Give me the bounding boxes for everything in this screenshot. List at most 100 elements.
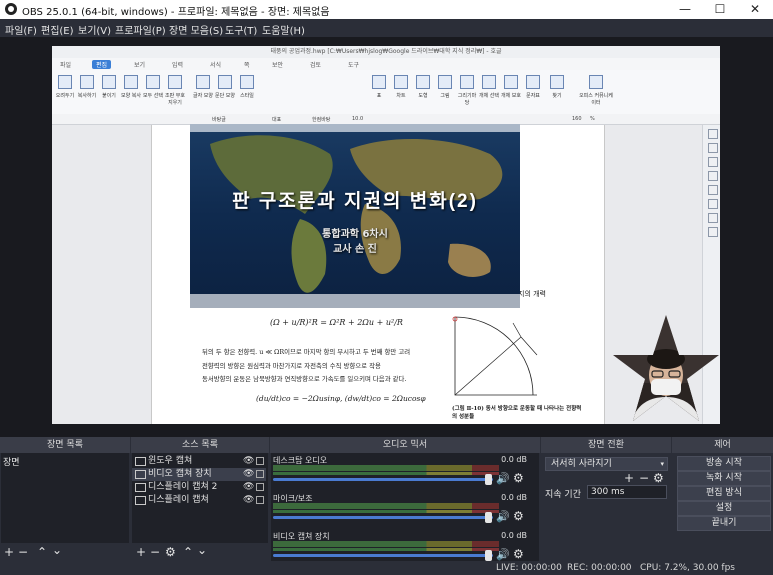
- move-down-icon[interactable]: ⌄: [197, 543, 207, 557]
- monitor-icon: [135, 483, 146, 492]
- hwp-tab-file: 파일: [60, 62, 72, 69]
- window-capture-slide[interactable]: 판 구조론과 지권의 변화(2) 통합과학 6차시 교사 손 진: [190, 124, 520, 308]
- volume-slider-knob[interactable]: [485, 512, 492, 523]
- gear-icon[interactable]: ⚙: [513, 509, 524, 523]
- move-down-icon[interactable]: ⌄: [52, 543, 62, 557]
- transitions-header: 장면 전환: [541, 437, 671, 453]
- paste-icon: [102, 75, 116, 89]
- source-item-selected[interactable]: 비디오 캡쳐 장치 👁: [132, 468, 266, 481]
- exit-button[interactable]: 끝내기: [677, 516, 771, 531]
- menu-file[interactable]: 파일(F): [5, 22, 37, 37]
- speaker-icon[interactable]: 🔊: [496, 472, 510, 485]
- lock-icon[interactable]: [256, 457, 264, 465]
- symbol-icon: [526, 75, 540, 89]
- volume-meter: [273, 541, 499, 547]
- sources-list[interactable]: 윈도우 캡쳐 👁 비디오 캡쳐 장치 👁 디스플레이 캡쳐 2 👁 디스플레이 …: [132, 453, 268, 543]
- source-item[interactable]: 디스플레이 캡쳐 2 👁: [132, 481, 266, 494]
- ribbon-para-shape: 문단 모양: [214, 73, 236, 111]
- speaker-icon[interactable]: 🔊: [496, 548, 510, 561]
- chevron-down-icon: ▾: [660, 460, 664, 468]
- volume-slider-knob[interactable]: [485, 550, 492, 561]
- ribbon-paste: 붙이기: [98, 73, 120, 111]
- hwp-tab-page: 쪽: [244, 62, 250, 69]
- minimize-button[interactable]: —: [668, 0, 702, 19]
- scenes-list[interactable]: 장면: [1, 453, 129, 543]
- volume-slider[interactable]: [273, 554, 493, 557]
- start-recording-button[interactable]: 녹화 시작: [677, 471, 771, 486]
- scene-item[interactable]: 장면: [3, 455, 20, 468]
- start-streaming-button[interactable]: 방송 시작: [677, 456, 771, 471]
- lock-icon[interactable]: [256, 483, 264, 491]
- close-button[interactable]: ✕: [738, 0, 772, 19]
- copy-icon: [80, 75, 94, 89]
- scissors-icon: [58, 75, 72, 89]
- remove-source-button[interactable]: −: [150, 545, 160, 559]
- studio-mode-button[interactable]: 편집 방식: [677, 486, 771, 501]
- mixer-channel-video-capture: 비디오 캡쳐 장치 0.0 dB 🔊 ⚙: [273, 531, 527, 561]
- doc-line-2: 전향력의 방향은 원심력과 마찬가지로 자전축의 수직 방향으로 작용: [202, 362, 381, 370]
- find-icon: [550, 75, 564, 89]
- window-title: OBS 25.0.1 (64-bit, windows) - 프로파일: 제목없…: [22, 7, 330, 18]
- add-transition-button[interactable]: +: [624, 471, 634, 485]
- hwp-tab-view: 보기: [134, 62, 146, 69]
- cpu-fps-readout: CPU: 7.2%, 30.00 fps: [640, 563, 735, 573]
- visibility-eye-icon[interactable]: 👁: [243, 455, 254, 468]
- lock-icon: [504, 75, 518, 89]
- ribbon-format-copy: 모양 복사: [120, 73, 142, 111]
- hwp-window-title: 태풍의 공업과정.hwp [C:₩Users₩hjslog₩Google 드라이…: [52, 46, 720, 58]
- ribbon-shape: 도형: [412, 73, 434, 111]
- duration-input[interactable]: 300 ms: [587, 485, 667, 499]
- transition-gear-icon[interactable]: ⚙: [653, 471, 664, 485]
- menu-profile[interactable]: 프로파일(P): [115, 22, 166, 37]
- chart-icon: [394, 75, 408, 89]
- slide-teacher: 교사 손 진: [333, 244, 377, 255]
- menu-scene-collection[interactable]: 장면 모음(S): [169, 22, 223, 37]
- ribbon-drawing: 그리기마당: [456, 73, 478, 111]
- ribbon-object-protect: 개체 보호: [500, 73, 522, 111]
- visibility-eye-icon[interactable]: 👁: [243, 481, 254, 494]
- ribbon-style: 스타일: [236, 73, 258, 111]
- settings-button[interactable]: 설정: [677, 501, 771, 516]
- add-scene-button[interactable]: +: [4, 545, 14, 559]
- doc-line-1: 뒤의 두 항은 전향력. u ≪ ΩR이므로 마지막 항의 무시하고 두 번째 …: [202, 348, 411, 356]
- visibility-eye-icon[interactable]: 👁: [243, 494, 254, 507]
- volume-slider[interactable]: [273, 516, 493, 519]
- volume-slider-knob[interactable]: [485, 474, 492, 485]
- ribbon-find: 찾기: [546, 73, 568, 111]
- source-properties-gear-icon[interactable]: ⚙: [165, 545, 176, 559]
- menu-edit[interactable]: 편집(E): [41, 22, 74, 37]
- brush-icon: [124, 75, 138, 89]
- move-up-icon[interactable]: ⌃: [183, 545, 193, 559]
- gear-icon[interactable]: ⚙: [513, 547, 524, 561]
- transition-select[interactable]: 서서히 사라지기 ▾: [545, 457, 668, 471]
- hwp-ribbon: 오려두기 복사하기 붙이기 모양 복사 모두 선택 조판 부호 지우기 글자 모…: [52, 70, 720, 115]
- hwp-tab-tools: 도구: [348, 62, 360, 69]
- speaker-icon[interactable]: 🔊: [496, 510, 510, 523]
- mixer-header: 오디오 믹서: [270, 437, 540, 453]
- remove-scene-button[interactable]: −: [18, 545, 28, 559]
- obs-logo-icon: [5, 3, 17, 15]
- ribbon-picture: 그림: [434, 73, 456, 111]
- volume-slider[interactable]: [273, 478, 493, 481]
- add-source-button[interactable]: +: [136, 545, 146, 559]
- remove-transition-button[interactable]: −: [639, 471, 649, 485]
- webcam-star-overlay[interactable]: [611, 313, 721, 424]
- maximize-button[interactable]: ☐: [703, 0, 737, 19]
- ribbon-select-all: 모두 선택: [142, 73, 164, 111]
- doc-figure-caption: (그림 Ⅱ-10) 동서 방향으로 운동할 때 나타나는 전향력의 성분들: [452, 406, 582, 420]
- doc-equation-2: (du/dt)co = −2Ωusinφ, (dw/dt)co = 2Ωucos…: [256, 394, 426, 403]
- slide-title: 판 구조론과 지권의 변화(2): [232, 191, 478, 212]
- lock-icon[interactable]: [256, 496, 264, 504]
- menu-view[interactable]: 보기(V): [78, 22, 111, 37]
- lock-icon[interactable]: [256, 470, 264, 478]
- gear-icon[interactable]: ⚙: [513, 471, 524, 485]
- move-up-icon[interactable]: ⌃: [37, 545, 47, 559]
- visibility-eye-icon[interactable]: 👁: [243, 468, 254, 481]
- menu-help[interactable]: 도움말(H): [262, 22, 305, 37]
- mixer-channel-mic: 마이크/보조 0.0 dB 🔊 ⚙: [273, 493, 527, 523]
- hwp-tab-review: 검토: [310, 62, 322, 69]
- hwp-tab-insert: 입력: [172, 62, 184, 69]
- source-item[interactable]: 디스플레이 캡쳐 👁: [132, 494, 266, 507]
- source-item[interactable]: 윈도우 캡쳐 👁: [132, 455, 266, 468]
- menu-tools[interactable]: 도구(T): [225, 22, 257, 37]
